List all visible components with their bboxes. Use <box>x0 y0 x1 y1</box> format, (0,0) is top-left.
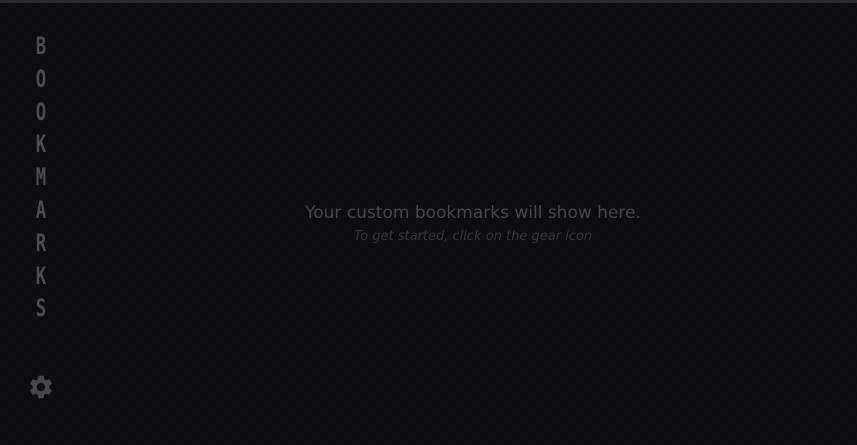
title-letter: O <box>35 64 47 93</box>
title-letter: R <box>35 228 47 257</box>
top-border <box>0 0 857 3</box>
sidebar-vertical-title: B O O K M A R K S <box>0 30 82 325</box>
title-letter: B <box>35 32 47 60</box>
title-letter: A <box>35 195 47 224</box>
gear-icon <box>30 375 52 399</box>
title-letter: K <box>35 261 47 290</box>
title-letter: K <box>35 130 47 159</box>
empty-state-title: Your custom bookmarks will show here. <box>305 203 641 223</box>
title-letter: S <box>35 294 47 323</box>
title-letter: M <box>35 163 47 192</box>
empty-state: Your custom bookmarks will show here. To… <box>82 199 857 247</box>
sidebar: B O O K M A R K S <box>0 3 82 445</box>
bookmarks-page: B O O K M A R K S Your custom bookmarks … <box>0 0 857 445</box>
empty-state-hint: To get started, click on the gear icon <box>353 229 593 244</box>
title-letter: O <box>35 97 47 126</box>
settings-button[interactable] <box>26 372 56 402</box>
